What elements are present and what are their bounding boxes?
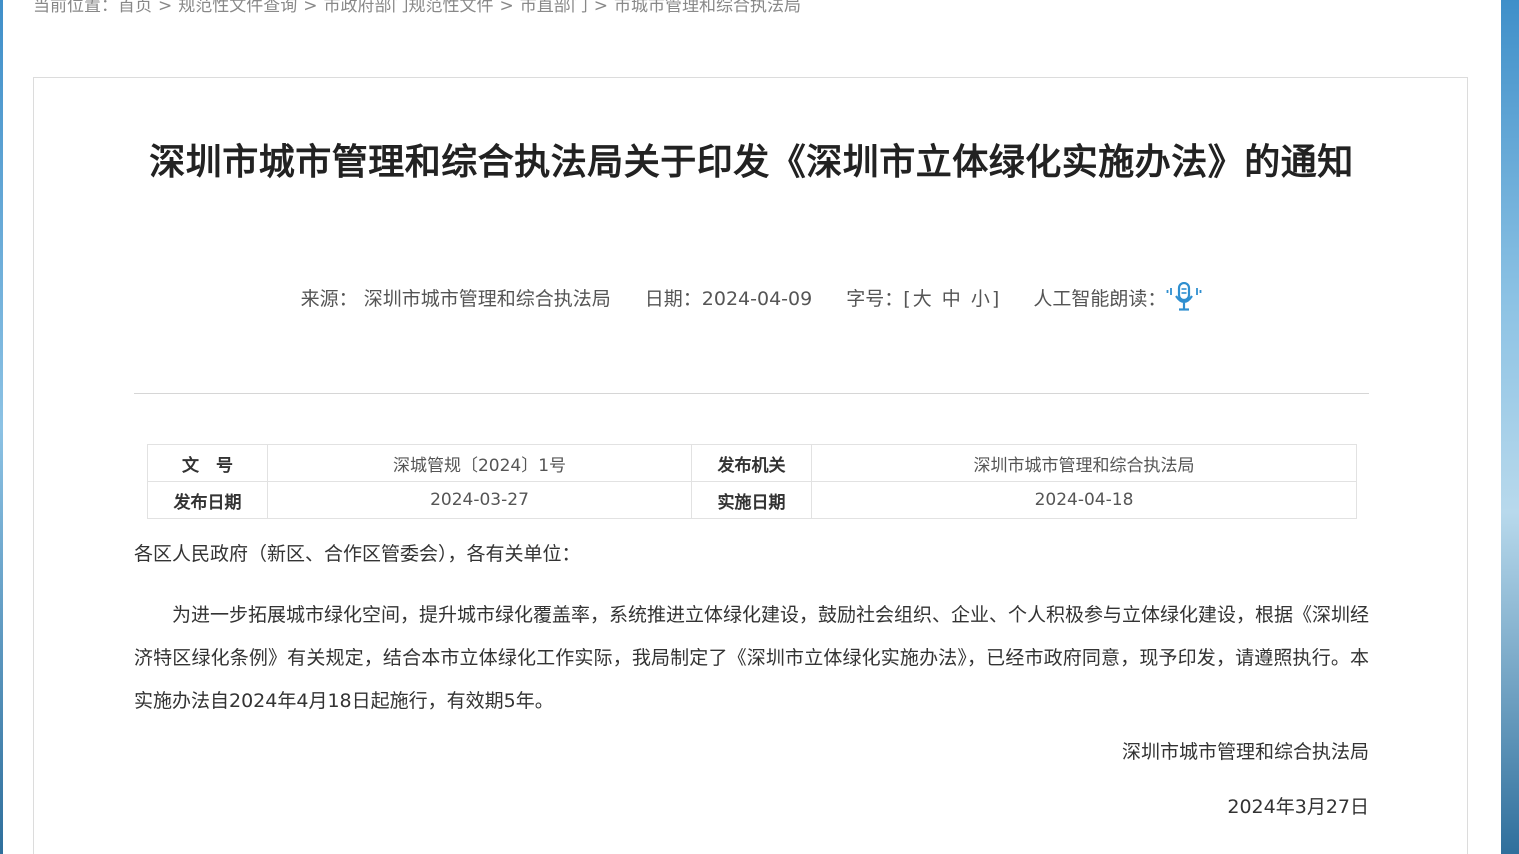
breadcrumb: 当前位置：首页 > 规范性文件查询 > 市政府部门规范性文件 > 市直部门 > 市城市管理和综合… (33, 0, 801, 16)
publish-date-value: 2024-03-27 (267, 481, 692, 519)
table-row: 发布日期 2024-03-27 实施日期 2024-04-18 (147, 481, 1357, 519)
font-size-large-link[interactable]: 大 (913, 288, 932, 310)
breadcrumb-prefix: 当前位置： (33, 0, 118, 16)
effective-date-label: 实施日期 (691, 481, 812, 519)
article-signature-date: 2024年3月27日 (1227, 796, 1369, 818)
article-title: 深圳市城市管理和综合执法局关于印发《深圳市立体绿化实施办法》的通知 (149, 142, 1354, 183)
font-size-medium-link[interactable]: 中 (942, 288, 961, 310)
doc-number-label: 文 号 (147, 444, 268, 482)
article-body: 各区人民政府（新区、合作区管委会），各有关单位： 为进一步拓展城市绿化空间，提升… (134, 536, 1369, 723)
meta-ai-read-label: 人工智能朗读： (1033, 288, 1167, 310)
meta-date-value: 2024-04-09 (701, 288, 813, 311)
meta-ai-read: 人工智能朗读： (1033, 281, 1202, 312)
breadcrumb-item-home[interactable]: 首页 (118, 0, 152, 16)
article-paragraph: 为进一步拓展城市绿化空间，提升城市绿化覆盖率，系统推进立体绿化建设，鼓励社会组织… (134, 604, 1370, 712)
issuer-value: 深圳市城市管理和综合执法局 (811, 444, 1357, 482)
title-divider (134, 393, 1369, 394)
meta-source-label: 来源： (300, 288, 358, 311)
effective-date-value: 2024-04-18 (811, 481, 1357, 519)
document-info-table: 文 号 深城管规〔2024〕1号 发布机关 深圳市城市管理和综合执法局 发布日期… (147, 444, 1357, 519)
breadcrumb-separator: > (158, 0, 173, 16)
meta-date: 日期：2024-04-09 (645, 284, 812, 311)
page-container: 当前位置：首页 > 规范性文件查询 > 市政府部门规范性文件 > 市直部门 > 市城市管理和综合… (3, 0, 1501, 854)
breadcrumb-item-gov-dept-docs[interactable]: 市政府部门规范性文件 (324, 0, 494, 16)
meta-font-size: 字号：[大 中 小] (846, 284, 999, 311)
table-row: 文 号 深城管规〔2024〕1号 发布机关 深圳市城市管理和综合执法局 (147, 444, 1357, 482)
font-size-bracket-open: [ (903, 288, 911, 311)
article-card: 深圳市城市管理和综合执法局关于印发《深圳市立体绿化实施办法》的通知 来源： 深圳… (33, 77, 1468, 854)
meta-source-value: 深圳市城市管理和综合执法局 (363, 288, 611, 311)
breadcrumb-item-urban-management-bureau[interactable]: 市城市管理和综合执法局 (614, 0, 801, 16)
publish-date-label: 发布日期 (147, 481, 268, 519)
breadcrumb-separator: > (499, 0, 514, 16)
article-salutation: 各区人民政府（新区、合作区管委会），各有关单位： (134, 543, 581, 565)
breadcrumb-item-normative-docs[interactable]: 规范性文件查询 (178, 0, 297, 16)
meta-font-size-label: 字号： (846, 288, 904, 311)
doc-number-value: 深城管规〔2024〕1号 (267, 444, 692, 482)
article-signature: 深圳市城市管理和综合执法局 (1121, 741, 1369, 763)
microphone-icon[interactable] (1166, 281, 1202, 312)
breadcrumb-separator: > (303, 0, 318, 16)
breadcrumb-item-city-depts[interactable]: 市直部门 (520, 0, 588, 16)
font-size-small-link[interactable]: 小 (971, 288, 990, 310)
page-right-background (1501, 0, 1519, 854)
meta-date-label: 日期： (644, 288, 702, 311)
article-meta: 来源： 深圳市城市管理和综合执法局 日期：2024-04-09 字号：[大 中 … (134, 281, 1369, 312)
breadcrumb-separator: > (593, 0, 608, 16)
issuer-label: 发布机关 (691, 444, 812, 482)
meta-source: 来源： 深圳市城市管理和综合执法局 (301, 284, 611, 311)
font-size-bracket-close: ] (991, 288, 1000, 311)
